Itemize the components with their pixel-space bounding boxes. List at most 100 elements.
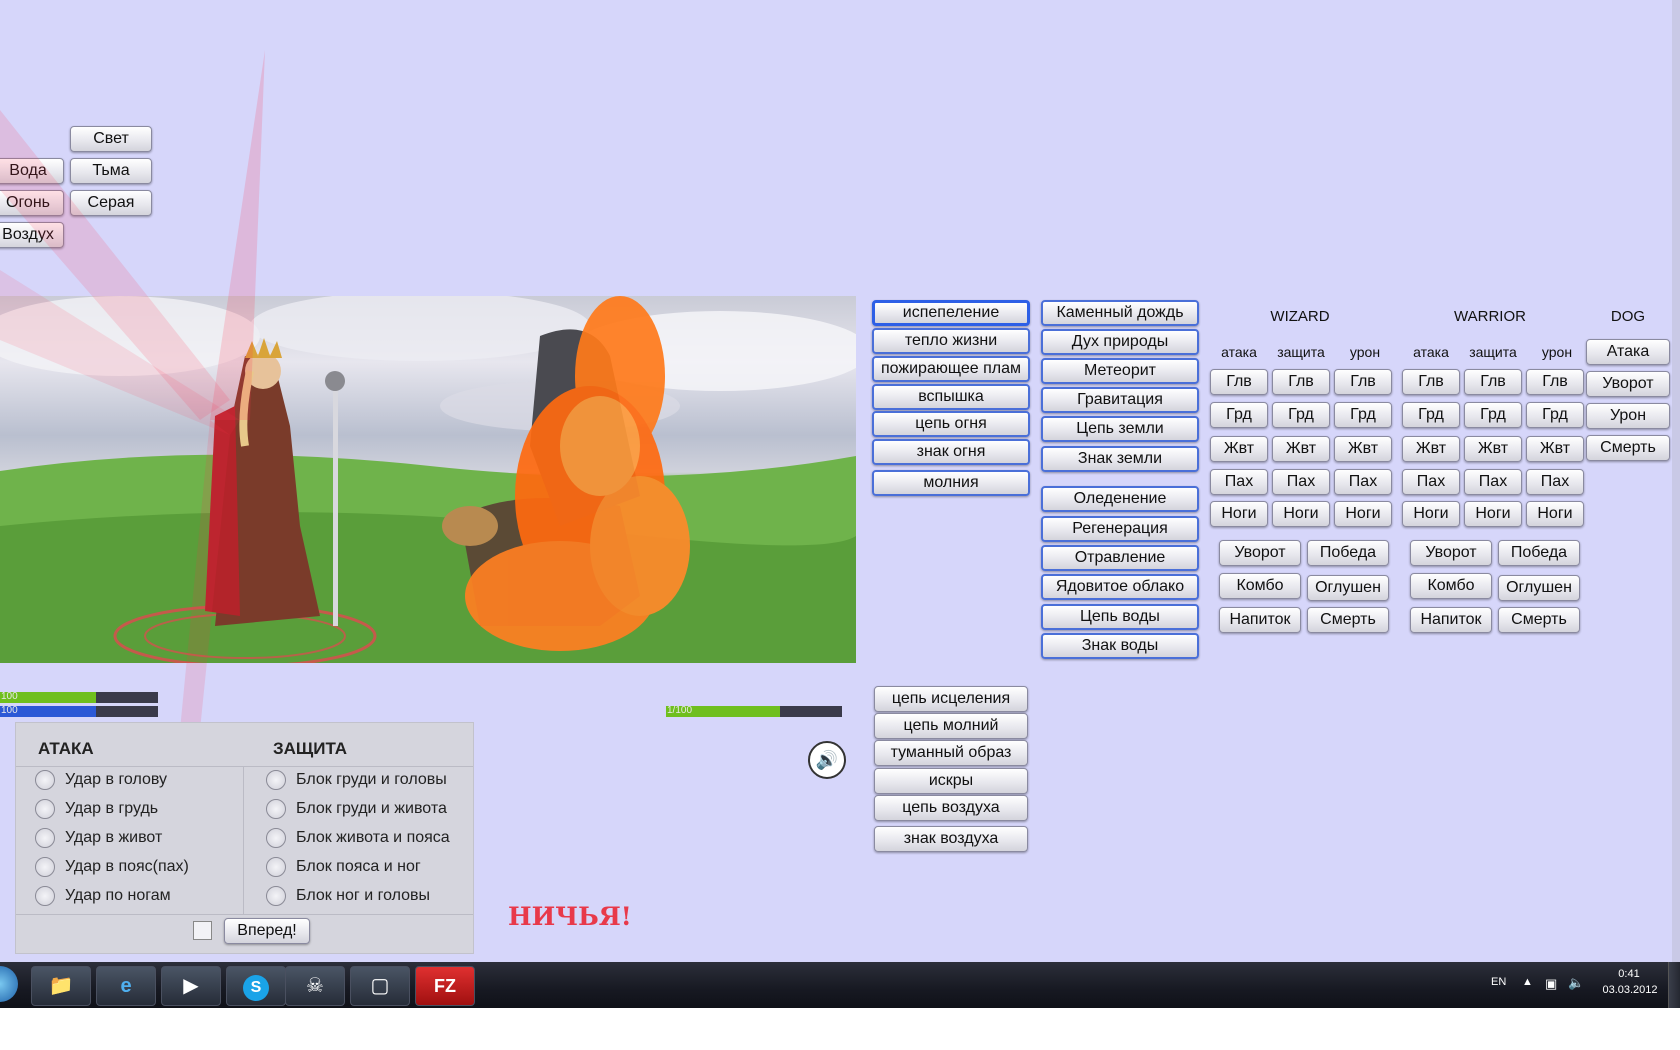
language-indicator[interactable]: EN	[1491, 976, 1506, 988]
spell-earth-6[interactable]: Знак земли	[1041, 446, 1199, 472]
warrior-attack-head[interactable]: Глв	[1402, 369, 1460, 395]
attack-belly-radio[interactable]	[35, 828, 55, 848]
wizard-attack-head[interactable]: Глв	[1210, 369, 1268, 395]
spell-water-6[interactable]: Знак воды	[1041, 633, 1199, 659]
spell-earth-2[interactable]: Дух природы	[1041, 329, 1199, 355]
spell-water-2[interactable]: Регенерация	[1041, 516, 1199, 542]
warrior-damage-chest[interactable]: Грд	[1526, 402, 1584, 428]
warrior-attack-belly[interactable]: Жвт	[1402, 436, 1460, 462]
spell-earth-3[interactable]: Метеорит	[1041, 358, 1199, 384]
warrior-damage-legs[interactable]: Ноги	[1526, 501, 1584, 527]
wizard-victory-button[interactable]: Победа	[1307, 540, 1389, 566]
element-grey-button[interactable]: Серая	[70, 190, 152, 216]
element-water-button[interactable]: Вода	[0, 158, 64, 184]
block-chest-belly-radio[interactable]	[266, 799, 286, 819]
spell-air-2[interactable]: цепь молний	[874, 713, 1028, 739]
filezilla-icon[interactable]: FZ	[415, 966, 475, 1006]
wizard-attack-belly[interactable]: Жвт	[1210, 436, 1268, 462]
spell-fire-3[interactable]: пожирающее плам	[872, 356, 1030, 382]
attack-head-radio[interactable]	[35, 770, 55, 790]
ie-icon[interactable]: e	[96, 966, 156, 1006]
spell-fire-7[interactable]: молния	[872, 470, 1030, 496]
wizard-attack-chest[interactable]: Грд	[1210, 402, 1268, 428]
block-legs-head-radio[interactable]	[266, 886, 286, 906]
spell-earth-5[interactable]: Цепь земли	[1041, 416, 1199, 442]
attack-groin-radio[interactable]	[35, 857, 55, 877]
wizard-death-button[interactable]: Смерть	[1307, 607, 1389, 633]
wizard-damage-chest[interactable]: Грд	[1334, 402, 1392, 428]
media-player-icon[interactable]: ▶	[161, 966, 221, 1006]
element-light-button[interactable]: Свет	[70, 126, 152, 152]
explorer-icon[interactable]: 📁	[31, 966, 91, 1006]
warrior-defense-chest[interactable]: Грд	[1464, 402, 1522, 428]
warrior-death-button[interactable]: Смерть	[1498, 607, 1580, 633]
tray-expand-icon[interactable]: ▲	[1522, 976, 1533, 988]
wizard-damage-groin[interactable]: Пах	[1334, 469, 1392, 495]
warrior-damage-groin[interactable]: Пах	[1526, 469, 1584, 495]
wizard-damage-head[interactable]: Глв	[1334, 369, 1392, 395]
dog-death-button[interactable]: Смерть	[1586, 435, 1670, 461]
warrior-defense-legs[interactable]: Ноги	[1464, 501, 1522, 527]
warrior-attack-legs[interactable]: Ноги	[1402, 501, 1460, 527]
block-chest-head-radio[interactable]	[266, 770, 286, 790]
dog-dodge-button[interactable]: Уворот	[1586, 371, 1670, 397]
spell-water-1[interactable]: Оледенение	[1041, 486, 1199, 512]
wizard-defense-groin[interactable]: Пах	[1272, 469, 1330, 495]
spell-air-6[interactable]: знак воздуха	[874, 826, 1028, 852]
warrior-victory-button[interactable]: Победа	[1498, 540, 1580, 566]
wizard-combo-button[interactable]: Комбо	[1219, 573, 1301, 599]
show-desktop-button[interactable]	[1668, 962, 1680, 1008]
spell-fire-4[interactable]: вспышка	[872, 384, 1030, 410]
warrior-attack-chest[interactable]: Грд	[1402, 402, 1460, 428]
wizard-damage-belly[interactable]: Жвт	[1334, 436, 1392, 462]
dog-attack-button[interactable]: Атака	[1586, 339, 1670, 365]
dog-damage-button[interactable]: Урон	[1586, 403, 1670, 429]
spell-fire-6[interactable]: знак огня	[872, 439, 1030, 465]
warrior-defense-head[interactable]: Глв	[1464, 369, 1522, 395]
notes-icon[interactable]: ▢	[350, 966, 410, 1006]
spell-fire-5[interactable]: цепь огня	[872, 411, 1030, 437]
wizard-dodge-button[interactable]: Уворот	[1219, 540, 1301, 566]
wizard-damage-legs[interactable]: Ноги	[1334, 501, 1392, 527]
attack-legs-radio[interactable]	[35, 886, 55, 906]
warrior-potion-button[interactable]: Напиток	[1410, 607, 1492, 633]
warrior-defense-belly[interactable]: Жвт	[1464, 436, 1522, 462]
attack-chest-radio[interactable]	[35, 799, 55, 819]
spell-fire-2[interactable]: тепло жизни	[872, 328, 1030, 354]
spell-water-3[interactable]: Отравление	[1041, 545, 1199, 571]
spell-air-1[interactable]: цепь исцеления	[874, 686, 1028, 712]
warrior-damage-head[interactable]: Глв	[1526, 369, 1584, 395]
spell-air-5[interactable]: цепь воздуха	[874, 795, 1028, 821]
wizard-potion-button[interactable]: Напиток	[1219, 607, 1301, 633]
wizard-attack-groin[interactable]: Пах	[1210, 469, 1268, 495]
element-dark-button[interactable]: Тьма	[70, 158, 152, 184]
warrior-damage-belly[interactable]: Жвт	[1526, 436, 1584, 462]
battle-scene[interactable]	[0, 296, 856, 663]
spell-water-4[interactable]: Ядовитое облако	[1041, 574, 1199, 600]
wizard-defense-belly[interactable]: Жвт	[1272, 436, 1330, 462]
sound-icon[interactable]: 🔊	[808, 741, 846, 779]
spell-fire-1[interactable]: испепеление	[872, 300, 1030, 326]
element-fire-button[interactable]: Огонь	[0, 190, 64, 216]
warrior-combo-button[interactable]: Комбо	[1410, 573, 1492, 599]
forward-button[interactable]: Вперед!	[224, 918, 310, 944]
element-air-button[interactable]: Воздух	[0, 222, 64, 248]
skype-icon[interactable]: S	[226, 966, 286, 1006]
wizard-attack-legs[interactable]: Ноги	[1210, 501, 1268, 527]
wizard-defense-legs[interactable]: Ноги	[1272, 501, 1330, 527]
block-belt-legs-radio[interactable]	[266, 857, 286, 877]
wizard-defense-chest[interactable]: Грд	[1272, 402, 1330, 428]
game-icon[interactable]: ☠	[285, 966, 345, 1006]
spell-water-5[interactable]: Цепь воды	[1041, 604, 1199, 630]
auto-checkbox[interactable]	[193, 921, 212, 940]
warrior-dodge-button[interactable]: Уворот	[1410, 540, 1492, 566]
block-belly-belt-radio[interactable]	[266, 828, 286, 848]
warrior-defense-groin[interactable]: Пах	[1464, 469, 1522, 495]
start-orb-icon[interactable]	[0, 966, 18, 1002]
clock-time[interactable]: 0:41	[1604, 968, 1654, 980]
wizard-stunned-button[interactable]: Оглушен	[1307, 575, 1389, 601]
spell-earth-4[interactable]: Гравитация	[1041, 387, 1199, 413]
clock-date[interactable]: 03.03.2012	[1600, 984, 1660, 996]
spell-earth-1[interactable]: Каменный дождь	[1041, 300, 1199, 326]
warrior-stunned-button[interactable]: Оглушен	[1498, 575, 1580, 601]
